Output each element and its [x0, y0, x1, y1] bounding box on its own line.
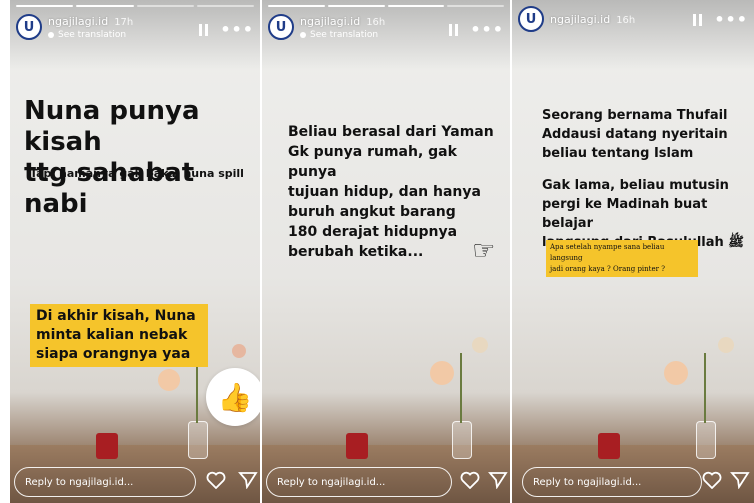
story-header: U ngajilagi.id 17h See translation — [16, 14, 133, 40]
story-progress — [268, 5, 504, 7]
story-panel-3: U ngajilagi.id 16h ••• Seorang bernama T… — [512, 0, 754, 503]
story-panel-2: U ngajilagi.id 16h See translation ••• B… — [262, 0, 510, 503]
highlight-text: Di akhir kisah, Nuna minta kalian nebak … — [30, 304, 208, 367]
see-translation-button[interactable]: See translation — [48, 30, 133, 40]
flower-decor — [664, 361, 688, 385]
story-heading: Nuna punya kisah ttg sahabat nabi — [24, 96, 200, 219]
story-body: Seorang bernama Thufail Addausi datang n… — [542, 108, 728, 161]
red-cup-decor — [346, 433, 368, 459]
reply-input[interactable]: Reply to ngajilagi.id... — [266, 467, 452, 497]
vase-decor — [188, 421, 208, 459]
story-subheading: Tapi namanya gak bakal nuna spill — [30, 167, 244, 180]
flower-decor — [158, 369, 180, 391]
avatar[interactable]: U — [268, 14, 294, 40]
username[interactable]: ngajilagi.id — [550, 13, 610, 26]
story-header: U ngajilagi.id 16h — [518, 6, 635, 32]
story-header: U ngajilagi.id 16h See translation — [268, 14, 385, 40]
pause-icon[interactable] — [693, 14, 703, 26]
story-body: Beliau berasal dari Yaman Gk punya rumah… — [288, 124, 494, 220]
post-time: 16h — [616, 14, 636, 26]
username[interactable]: ngajilagi.id — [48, 15, 108, 28]
vase-decor — [452, 421, 472, 459]
more-options-icon[interactable]: ••• — [220, 22, 254, 38]
reply-input[interactable]: Reply to ngajilagi.id... — [14, 467, 196, 497]
story-body-2: 180 derajat hidupnya berubah ketika... — [288, 224, 458, 260]
see-translation-button[interactable]: See translation — [300, 30, 385, 40]
flower-decor — [430, 361, 454, 385]
story-progress — [16, 5, 254, 7]
translate-icon — [48, 31, 54, 38]
vase-decor — [696, 421, 716, 459]
reply-input[interactable]: Reply to ngajilagi.id... — [522, 467, 702, 497]
heart-icon[interactable] — [206, 471, 226, 493]
send-icon[interactable] — [730, 471, 750, 493]
translate-icon — [300, 31, 306, 38]
heart-icon[interactable] — [460, 471, 480, 493]
thumbs-up-icon: 👍 — [217, 380, 253, 414]
heart-icon[interactable] — [702, 471, 722, 493]
thumbs-up-sticker[interactable]: 👍 — [206, 368, 260, 426]
send-icon[interactable] — [488, 471, 508, 493]
pointing-hand-icon: ☞ — [472, 236, 496, 266]
send-icon[interactable] — [238, 471, 258, 493]
more-options-icon[interactable]: ••• — [714, 12, 748, 28]
username[interactable]: ngajilagi.id — [300, 15, 360, 28]
pause-icon[interactable] — [199, 24, 209, 36]
story-background — [10, 0, 260, 503]
question-note: Apa setelah nyampe sana beliau langsung … — [546, 240, 698, 277]
story-panel-1: U ngajilagi.id 17h See translation ••• N… — [10, 0, 260, 503]
pause-icon[interactable] — [449, 24, 459, 36]
red-cup-decor — [598, 433, 620, 459]
post-time: 16h — [366, 16, 386, 28]
red-cup-decor — [96, 433, 118, 459]
more-options-icon[interactable]: ••• — [470, 22, 504, 38]
avatar[interactable]: U — [518, 6, 544, 32]
avatar[interactable]: U — [16, 14, 42, 40]
post-time: 17h — [114, 16, 134, 28]
